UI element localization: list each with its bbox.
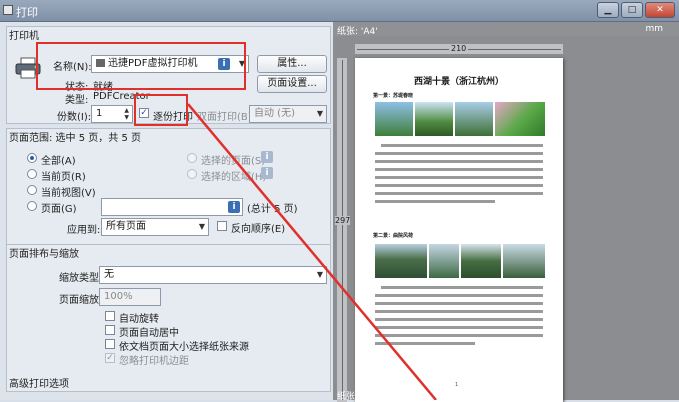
annotation-arrow: [187, 103, 437, 400]
